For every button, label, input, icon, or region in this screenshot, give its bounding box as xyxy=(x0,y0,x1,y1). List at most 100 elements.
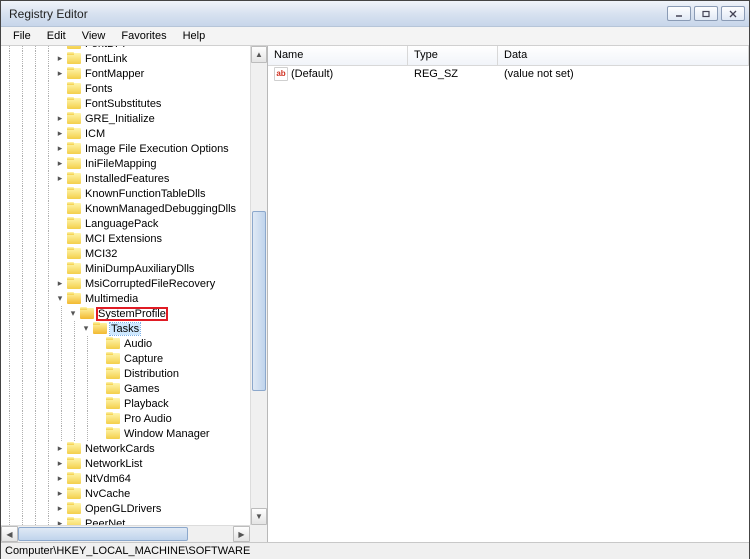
tree-node-label: PeerNet xyxy=(84,518,126,526)
tree-node[interactable]: ▸FontMapper xyxy=(1,66,237,81)
expand-icon[interactable]: ▸ xyxy=(55,174,65,184)
collapse-icon[interactable]: ▾ xyxy=(81,324,91,334)
list-header[interactable]: Name Type Data xyxy=(268,46,749,66)
expand-icon[interactable]: ▸ xyxy=(55,444,65,454)
tree-node[interactable]: ▸ MsiCorruptedFileRecovery xyxy=(1,276,237,291)
scroll-thumb[interactable] xyxy=(252,211,266,391)
tree-node[interactable]: ▸MiniDumpAuxiliaryDlls xyxy=(1,261,237,276)
tree-node[interactable]: ▸FontSubstitutes xyxy=(1,96,237,111)
tree-node[interactable]: ▾Tasks xyxy=(1,321,237,336)
folder-icon xyxy=(67,82,82,95)
folder-icon xyxy=(106,337,121,350)
scroll-left-button[interactable]: ◀ xyxy=(1,526,18,542)
tree-node[interactable]: ▸ GRE_Initialize xyxy=(1,111,237,126)
tree-node[interactable]: ▸Capture xyxy=(1,351,237,366)
tree-node[interactable]: ▸Image File Execution Options xyxy=(1,141,237,156)
expand-icon[interactable]: ▸ xyxy=(55,459,65,469)
tree-node-label: LanguagePack xyxy=(84,218,159,230)
tree-node-label: NetworkCards xyxy=(84,443,156,455)
tree-vertical-scrollbar[interactable]: ▲ ▼ xyxy=(250,46,267,525)
title-bar: Registry Editor xyxy=(1,1,749,27)
values-list[interactable]: ab (Default) REG_SZ (value not set) xyxy=(268,66,749,542)
hscroll-thumb[interactable] xyxy=(18,527,188,541)
tree-node[interactable]: ▸KnownFunctionTableDlls xyxy=(1,186,237,201)
menu-bar: File Edit View Favorites Help xyxy=(1,27,749,46)
tree-node[interactable]: ▸Window Manager xyxy=(1,426,237,441)
tree-node-label: NtVdm64 xyxy=(84,473,132,485)
tree-node-label: MCI Extensions xyxy=(84,233,163,245)
tree-node[interactable]: ▸IniFileMapping xyxy=(1,156,237,171)
tree-node[interactable]: ▸Distribution xyxy=(1,366,237,381)
value-type: REG_SZ xyxy=(408,68,498,80)
expand-icon[interactable]: ▸ xyxy=(55,474,65,484)
tree-node-label: Fonts xyxy=(84,83,114,95)
tree-node[interactable]: ▸MCI32 xyxy=(1,246,237,261)
menu-file[interactable]: File xyxy=(5,28,39,44)
column-name[interactable]: Name xyxy=(268,46,408,65)
tree-node-label: GRE_Initialize xyxy=(84,113,156,125)
expand-icon[interactable]: ▸ xyxy=(55,129,65,139)
menu-view[interactable]: View xyxy=(74,28,114,44)
tree-node[interactable]: ▸FontLink xyxy=(1,51,237,66)
tree-node-label: Distribution xyxy=(123,368,180,380)
menu-favorites[interactable]: Favorites xyxy=(113,28,174,44)
scroll-right-button[interactable]: ▶ xyxy=(233,526,250,542)
hscroll-track[interactable] xyxy=(18,526,233,542)
collapse-icon[interactable]: ▾ xyxy=(55,294,65,304)
menu-edit[interactable]: Edit xyxy=(39,28,74,44)
folder-icon xyxy=(67,517,82,525)
expand-icon[interactable]: ▸ xyxy=(55,144,65,154)
expand-icon[interactable]: ▸ xyxy=(55,54,65,64)
tree-node[interactable]: ▸ NtVdm64 xyxy=(1,471,237,486)
tree-node-label: NvCache xyxy=(84,488,131,500)
registry-tree[interactable]: ▸FontDPI▸FontLink▸FontMapper▸Fonts▸FontS… xyxy=(1,46,250,525)
tree-node-label: Capture xyxy=(123,353,164,365)
tree-horizontal-scrollbar[interactable]: ◀ ▶ xyxy=(1,525,250,542)
expand-icon[interactable]: ▸ xyxy=(55,279,65,289)
minimize-button[interactable] xyxy=(667,6,691,21)
expand-icon[interactable]: ▸ xyxy=(55,159,65,169)
expand-icon[interactable]: ▸ xyxy=(55,489,65,499)
list-item[interactable]: ab (Default) REG_SZ (value not set) xyxy=(268,66,749,82)
close-button[interactable] xyxy=(721,6,745,21)
tree-node[interactable]: ▾Multimedia xyxy=(1,291,237,306)
expand-icon[interactable]: ▸ xyxy=(55,69,65,79)
column-type[interactable]: Type xyxy=(408,46,498,65)
tree-node[interactable]: ▸Audio xyxy=(1,336,237,351)
folder-icon xyxy=(80,307,95,320)
tree-node[interactable]: ▸Games xyxy=(1,381,237,396)
folder-icon xyxy=(67,472,82,485)
folder-icon xyxy=(106,367,121,380)
scroll-up-button[interactable]: ▲ xyxy=(251,46,267,63)
folder-icon xyxy=(67,127,82,140)
tree-node-label: MiniDumpAuxiliaryDlls xyxy=(84,263,195,275)
tree-node[interactable]: ▸ NvCache xyxy=(1,486,237,501)
tree-node[interactable]: ▸KnownManagedDebuggingDlls xyxy=(1,201,237,216)
window-controls xyxy=(667,6,745,21)
tree-node-label: Pro Audio xyxy=(123,413,173,425)
menu-help[interactable]: Help xyxy=(175,28,214,44)
tree-node[interactable]: ▸LanguagePack xyxy=(1,216,237,231)
tree-node[interactable]: ▸MCI Extensions xyxy=(1,231,237,246)
maximize-button[interactable] xyxy=(694,6,718,21)
tree-node[interactable]: ▸Playback xyxy=(1,396,237,411)
tree-node[interactable]: ▸PeerNet xyxy=(1,516,237,525)
tree-node[interactable]: ▸InstalledFeatures xyxy=(1,171,237,186)
tree-node[interactable]: ▸Fonts xyxy=(1,81,237,96)
tree-node-label: MsiCorruptedFileRecovery xyxy=(84,278,216,290)
expand-icon[interactable]: ▸ xyxy=(55,504,65,514)
tree-node[interactable]: ▾SystemProfile xyxy=(1,306,237,321)
tree-node[interactable]: ▸Pro Audio xyxy=(1,411,237,426)
folder-icon xyxy=(106,352,121,365)
scroll-track[interactable] xyxy=(251,63,267,508)
tree-node[interactable]: ▸OpenGLDrivers xyxy=(1,501,237,516)
tree-node[interactable]: ▸ICM xyxy=(1,126,237,141)
tree-node[interactable]: ▸NetworkList xyxy=(1,456,237,471)
column-data[interactable]: Data xyxy=(498,46,749,65)
folder-icon xyxy=(67,457,82,470)
tree-node-label: Audio xyxy=(123,338,153,350)
collapse-icon[interactable]: ▾ xyxy=(68,309,78,319)
tree-node[interactable]: ▸ NetworkCards xyxy=(1,441,237,456)
expand-icon[interactable]: ▸ xyxy=(55,114,65,124)
scroll-down-button[interactable]: ▼ xyxy=(251,508,267,525)
